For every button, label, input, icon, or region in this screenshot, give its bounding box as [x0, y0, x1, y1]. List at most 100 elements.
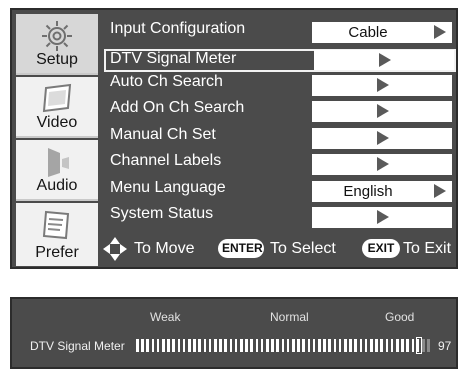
arrow-right-icon: [377, 78, 389, 92]
signal-strength-bar: [136, 337, 436, 354]
menu-item-dtv-signal-meter[interactable]: DTV Signal Meter: [110, 50, 236, 68]
signal-tick: [333, 339, 337, 352]
signal-tick: [266, 339, 269, 352]
input-configuration-value-text: Cable: [348, 24, 388, 41]
signal-tick: [250, 339, 253, 352]
preferences-icon: [42, 210, 70, 240]
signal-tick: [349, 339, 352, 352]
menu-item-system-status[interactable]: System Status: [110, 205, 213, 223]
signal-tick: [307, 339, 311, 352]
level-label-good: Good: [385, 310, 415, 324]
signal-tick: [188, 339, 191, 352]
nav-move-text: To Move: [134, 240, 195, 257]
gear-icon: [42, 21, 72, 51]
menu-item-input-configuration[interactable]: Input Configuration: [110, 20, 245, 38]
arrow-right-icon: [377, 104, 389, 118]
signal-tick: [354, 339, 357, 352]
menu-language-value[interactable]: English: [312, 181, 452, 202]
arrow-right-icon: [379, 53, 391, 67]
nav-exit-text: To Exit: [403, 240, 452, 257]
sidebar-tab-audio[interactable]: Audio: [16, 140, 98, 201]
arrow-right-icon: [377, 131, 389, 145]
signal-tick: [359, 339, 363, 352]
signal-tick: [214, 339, 217, 352]
arrow-right-icon: [377, 157, 389, 171]
sidebar-tab-setup[interactable]: Setup: [16, 14, 98, 75]
signal-tick: [380, 339, 383, 352]
signal-tick: [234, 339, 238, 352]
sidebar-tab-prefer[interactable]: Prefer: [16, 203, 98, 266]
video-icon: [42, 83, 72, 113]
auto-ch-search-value[interactable]: [312, 75, 452, 96]
channel-labels-value[interactable]: [312, 154, 452, 175]
directional-pad-icon: [103, 237, 127, 261]
signal-tick: [172, 339, 175, 352]
signal-tick: [406, 339, 409, 352]
arrow-right-icon: [377, 210, 389, 224]
sidebar-tab-label: Setup: [36, 51, 78, 68]
signal-tick: [292, 339, 295, 352]
dtv-signal-meter-value[interactable]: [314, 50, 454, 70]
signal-tick: [203, 339, 207, 352]
signal-tick: [297, 339, 300, 352]
signal-tick: [312, 339, 316, 352]
signal-meter-label: DTV Signal Meter: [30, 339, 125, 353]
menu-item-add-on-ch-search[interactable]: Add On Ch Search: [110, 99, 244, 117]
signal-tick: [240, 339, 243, 352]
signal-meter-panel: Weak Normal Good DTV Signal Meter 97: [10, 297, 458, 369]
sidebar-tab-label: Video: [36, 114, 78, 131]
signal-tick: [141, 339, 144, 352]
signal-tick: [364, 339, 368, 352]
signal-tick: [328, 339, 331, 352]
setup-menu-panel: Setup Video Audio Prefer Input Configura…: [10, 8, 458, 269]
signal-tick: [302, 339, 305, 352]
signal-tick: [136, 339, 139, 352]
signal-tick: [198, 339, 201, 352]
signal-tick: [156, 339, 160, 352]
exit-key-icon: EXIT: [362, 239, 400, 258]
manual-ch-set-value[interactable]: [312, 128, 452, 149]
menu-item-auto-ch-search[interactable]: Auto Ch Search: [110, 73, 223, 91]
signal-tick: [276, 339, 279, 352]
arrow-right-icon: [434, 184, 446, 198]
input-configuration-value[interactable]: Cable: [312, 22, 452, 43]
signal-tick: [411, 339, 415, 352]
nav-select-text: To Select: [270, 240, 336, 257]
signal-tick: [182, 339, 186, 352]
signal-tick: [385, 339, 389, 352]
signal-tick: [422, 339, 425, 352]
level-label-normal: Normal: [270, 310, 309, 324]
navigation-hint-bar: To Move ENTER To Select EXIT To Exit: [100, 234, 456, 266]
signal-tick: [151, 339, 155, 352]
signal-tick: [255, 339, 259, 352]
sidebar-tab-label: Prefer: [35, 244, 79, 261]
signal-tick: [245, 339, 248, 352]
signal-tick: [229, 339, 233, 352]
signal-tick: [286, 339, 290, 352]
speaker-icon: [48, 148, 69, 177]
signal-tick: [167, 339, 170, 352]
signal-tick: [396, 339, 399, 352]
menu-item-menu-language[interactable]: Menu Language: [110, 179, 226, 197]
signal-tick: [427, 339, 430, 352]
signal-strength-value: 97: [438, 339, 452, 353]
signal-tick: [318, 339, 321, 352]
signal-tick: [208, 339, 212, 352]
signal-tick: [375, 339, 378, 352]
system-status-value[interactable]: [312, 207, 452, 228]
sidebar-tab-video[interactable]: Video: [16, 77, 98, 138]
menu-item-manual-ch-set[interactable]: Manual Ch Set: [110, 126, 216, 144]
signal-tick: [193, 339, 196, 352]
signal-level-indicator: [415, 337, 422, 354]
signal-tick: [390, 339, 394, 352]
menu-sidebar: Setup Video Audio Prefer: [16, 14, 98, 266]
add-on-ch-search-value[interactable]: [312, 101, 452, 122]
arrow-right-icon: [434, 25, 446, 39]
signal-tick: [177, 339, 181, 352]
signal-tick: [260, 339, 264, 352]
signal-tick: [281, 339, 285, 352]
signal-tick: [323, 339, 326, 352]
level-label-weak: Weak: [150, 310, 181, 324]
signal-tick: [146, 339, 149, 352]
menu-item-channel-labels[interactable]: Channel Labels: [110, 152, 221, 170]
